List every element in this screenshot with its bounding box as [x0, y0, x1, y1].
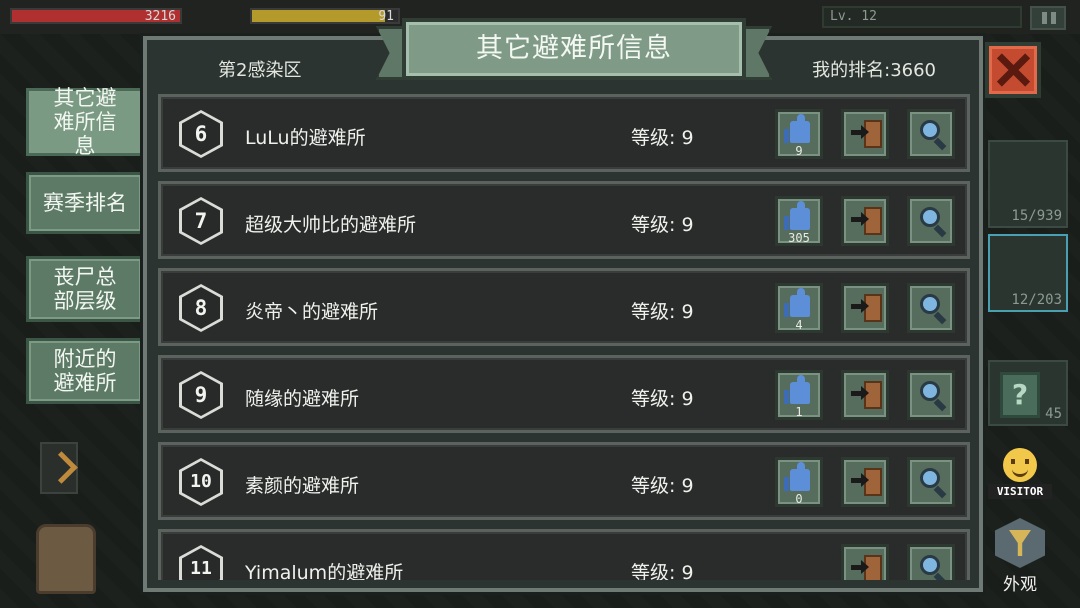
smiley-icon	[1003, 448, 1037, 482]
magnifier-handle	[933, 485, 947, 499]
magnifier-handle	[933, 224, 947, 238]
magnifier-handle	[933, 398, 947, 412]
shelter-row: 10 素颜的避难所 等级: 9 0	[158, 442, 970, 520]
shelter-name: LuLu的避难所	[245, 127, 366, 149]
like-count: 0	[795, 492, 803, 506]
shelter-level: 等级: 9	[631, 214, 694, 236]
thumbs-up-icon	[784, 114, 810, 143]
visitor-label: VISITOR	[988, 484, 1052, 499]
shelter-name: 素颜的避难所	[245, 475, 360, 497]
inspect-button[interactable]	[907, 283, 955, 333]
enter-arrow-icon	[851, 125, 869, 139]
shelter-level: 等级: 9	[631, 475, 694, 497]
mystery-box-icon[interactable]: ?	[1000, 372, 1040, 418]
tab-season-ranking[interactable]: 赛季排名	[26, 172, 144, 234]
backpack-icon[interactable]	[36, 524, 96, 594]
inspect-button[interactable]	[907, 544, 955, 580]
like-button[interactable]: 305	[775, 196, 823, 246]
shelter-name: 随缘的避难所	[245, 388, 360, 410]
visit-button[interactable]	[841, 109, 889, 159]
enter-arrow-icon	[851, 299, 869, 313]
like-button[interactable]: 9	[775, 109, 823, 159]
shelter-name: 炎帝丶的避难所	[245, 301, 379, 323]
pause-button[interactable]	[1030, 6, 1066, 30]
weapon-slot-2[interactable]: 12/203	[988, 234, 1068, 312]
expand-arrow-button[interactable]	[40, 442, 78, 494]
like-count: 1	[795, 405, 803, 419]
enter-arrow-icon	[851, 212, 869, 226]
tab-other-shelters[interactable]: 其它避难所信息	[26, 86, 144, 158]
appearance-icon	[995, 518, 1045, 568]
weapon-slot-1[interactable]: 15/939	[988, 140, 1068, 228]
inspect-button[interactable]	[907, 457, 955, 507]
tab-label: 附近的避难所	[53, 347, 117, 395]
item-slot-3-count: 45	[1045, 406, 1062, 422]
visit-button[interactable]	[841, 544, 889, 580]
like-button[interactable]: 1	[775, 370, 823, 420]
visit-button[interactable]	[841, 370, 889, 420]
shelter-level: 等级: 9	[631, 127, 694, 149]
magnifier-handle	[933, 311, 947, 325]
weapon-slot-2-count: 12/203	[1011, 292, 1062, 308]
magnifier-handle	[933, 137, 947, 151]
like-count: 4	[795, 318, 803, 332]
visit-button[interactable]	[841, 457, 889, 507]
visit-button[interactable]	[841, 283, 889, 333]
panel-title: 其它避难所信息	[402, 18, 746, 80]
visitor-button[interactable]: VISITOR	[988, 448, 1052, 499]
shelter-name: 超级大帅比的避难所	[245, 214, 417, 236]
shelter-row: 7 超级大帅比的避难所 等级: 9 305	[158, 181, 970, 259]
appearance-label: 外观	[1003, 575, 1037, 595]
thumbs-up-icon	[784, 462, 810, 491]
enter-arrow-icon	[851, 473, 869, 487]
shelter-list[interactable]: 6 LuLu的避难所 等级: 9 9 7 超级大帅比的避难所 等级: 9 305	[158, 94, 970, 580]
like-count: 305	[788, 231, 810, 245]
panel-title-banner: 其它避难所信息	[376, 14, 772, 88]
appearance-button[interactable]: 外观	[992, 518, 1048, 595]
thumbs-up-icon	[784, 288, 810, 317]
inspect-button[interactable]	[907, 196, 955, 246]
infection-zone-label: 第2感染区	[218, 60, 302, 81]
tab-label: 赛季排名	[43, 191, 127, 215]
health-bar: 3216	[10, 8, 182, 24]
visit-button[interactable]	[841, 196, 889, 246]
close-button[interactable]	[985, 42, 1041, 98]
health-value: 3216	[144, 9, 176, 24]
like-count: 9	[795, 144, 803, 158]
my-rank-label: 我的排名:3660	[812, 60, 936, 81]
shelter-row: 9 随缘的避难所 等级: 9 1	[158, 355, 970, 433]
thumbs-up-icon	[784, 375, 810, 404]
shelter-name: Yimalum的避难所	[245, 562, 404, 580]
shelter-level: 等级: 9	[631, 562, 694, 580]
tab-nearby-shelters[interactable]: 附近的避难所	[26, 338, 144, 404]
magnifier-handle	[933, 572, 947, 580]
like-button[interactable]: 0	[775, 457, 823, 507]
tab-label: 丧尸总部层级	[53, 265, 117, 313]
enter-arrow-icon	[851, 560, 869, 574]
shelter-level: 等级: 9	[631, 388, 694, 410]
tab-label: 其它避难所信息	[53, 86, 117, 158]
thumbs-up-icon	[784, 201, 810, 230]
like-button[interactable]: 4	[775, 283, 823, 333]
tab-zombie-hq-level[interactable]: 丧尸总部层级	[26, 256, 144, 322]
shelter-row: 11 Yimalum的避难所 等级: 9	[158, 529, 970, 580]
enter-arrow-icon	[851, 386, 869, 400]
player-level: Lv. 12	[822, 6, 1022, 28]
shelter-level: 等级: 9	[631, 301, 694, 323]
inspect-button[interactable]	[907, 370, 955, 420]
shelter-row: 8 炎帝丶的避难所 等级: 9 4	[158, 268, 970, 346]
weapon-slot-1-count: 15/939	[1011, 208, 1062, 224]
shelter-row: 6 LuLu的避难所 等级: 9 9	[158, 94, 970, 172]
inspect-button[interactable]	[907, 109, 955, 159]
